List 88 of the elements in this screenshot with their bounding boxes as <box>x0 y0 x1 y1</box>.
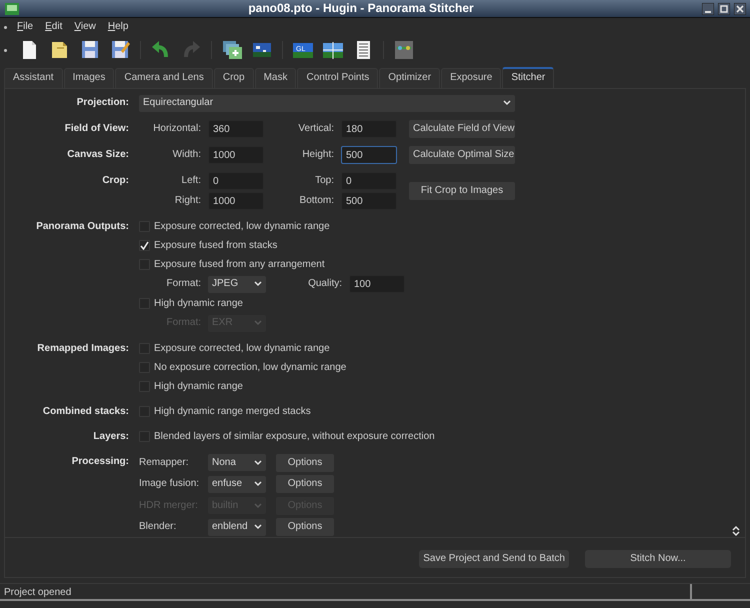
section-label: Layers: <box>92 430 129 444</box>
checkbox-label: High dynamic range <box>154 380 243 392</box>
checkbox[interactable] <box>139 240 150 251</box>
send-to-batch-button[interactable]: Save Project and Send to Batch <box>419 550 569 568</box>
section-label: Remapped Images: <box>36 342 129 356</box>
image-stack-icon[interactable] <box>221 39 243 61</box>
app-icon <box>4 2 20 16</box>
tab[interactable]: Camera and Lens <box>115 68 213 88</box>
section-label: Projection: <box>76 96 129 110</box>
tab[interactable]: Mask <box>254 68 296 88</box>
field-label: Vertical: <box>297 123 334 135</box>
text-field[interactable]: 0 <box>208 172 264 190</box>
caret-icon <box>254 481 262 488</box>
text-field[interactable]: 500 <box>341 146 397 164</box>
caret-icon <box>254 320 262 326</box>
status-text: Project opened <box>3 586 72 599</box>
field-label: Image fusion: <box>139 478 200 490</box>
window-title: pano08.pto - Hugin - Panorama Stitcher <box>247 1 475 16</box>
options-button[interactable]: Options <box>276 518 334 536</box>
floppy-pencil-icon[interactable] <box>109 39 131 61</box>
caret-icon <box>254 281 262 287</box>
options-button[interactable]: Options <box>276 454 334 472</box>
caret-icon <box>254 524 262 530</box>
tab[interactable]: Control Points <box>297 68 378 88</box>
close-icon[interactable] <box>734 2 746 14</box>
dropdown[interactable]: JPEG <box>208 276 266 292</box>
grip-icon <box>4 26 7 28</box>
minimize-icon[interactable] <box>702 2 714 14</box>
tab[interactable]: Assistant <box>4 68 63 88</box>
text-field[interactable]: 1000 <box>208 192 264 210</box>
menu-item[interactable]: Edit <box>39 21 68 33</box>
text-field[interactable]: 180 <box>341 120 397 138</box>
checkbox-label: High dynamic range merged stacks <box>154 406 311 418</box>
text-field[interactable]: 0 <box>341 172 397 190</box>
section-label: Field of View: <box>64 122 129 136</box>
caret-icon <box>254 502 262 509</box>
caret-icon <box>254 460 262 466</box>
scroll-down-icon[interactable] <box>732 531 740 537</box>
checkbox-label: No exposure correction, low dynamic range <box>154 362 346 374</box>
field-label: Blender: <box>139 521 178 534</box>
text-field[interactable]: 1000 <box>208 146 264 164</box>
control-points-icon[interactable] <box>393 39 415 61</box>
scroll-up-icon[interactable] <box>732 525 740 531</box>
field-label: Format: <box>166 278 201 290</box>
calculate-button[interactable]: Calculate Field of View <box>409 120 515 138</box>
stitch-button[interactable]: Stitch Now... <box>585 550 731 568</box>
section-label: Processing: <box>70 455 129 469</box>
dropdown[interactable]: enfuse <box>208 476 266 493</box>
calculate-button[interactable]: Fit Crop to Images <box>409 182 515 200</box>
section-label: Combined stacks: <box>42 405 129 419</box>
text-field[interactable]: 500 <box>341 192 397 210</box>
maximize-icon[interactable] <box>718 2 730 14</box>
caret-icon <box>503 100 511 106</box>
checkbox-label: Blended layers of similar exposure, without exposure correction <box>154 430 435 442</box>
field-label: Bottom: <box>298 195 334 207</box>
tab[interactable]: Images <box>64 68 114 88</box>
dropdown[interactable]: enblend <box>208 518 266 536</box>
menu-item[interactable]: View <box>68 21 102 33</box>
menu-item[interactable]: Help <box>102 21 134 33</box>
checkbox-label: High dynamic range <box>154 298 243 310</box>
checkbox-label: Exposure corrected, low dynamic range <box>154 220 330 232</box>
dropdown[interactable]: Nona <box>208 454 266 472</box>
checkbox-label: Exposure fused from stacks <box>154 240 278 252</box>
field-label: Right: <box>174 195 201 207</box>
field-label: Height: <box>301 149 334 161</box>
section-label: Canvas Size: <box>66 148 129 162</box>
grip-icon <box>4 48 7 52</box>
tab[interactable]: Exposure <box>441 68 502 88</box>
menu-item[interactable]: File <box>11 21 40 33</box>
section-label: Panorama Outputs: <box>35 220 129 234</box>
panorama-icon[interactable] <box>322 39 344 61</box>
tab[interactable]: Crop <box>214 68 254 88</box>
field-label: Horizontal: <box>152 123 201 135</box>
field-label: Top: <box>314 175 334 187</box>
tab[interactable]: Optimizer <box>379 68 440 88</box>
text-field[interactable]: 100 <box>349 275 405 293</box>
field-label: Remapper: <box>139 456 190 469</box>
checkbox-label: Exposure corrected, low dynamic range <box>154 342 330 354</box>
section-label: Crop: <box>101 174 129 188</box>
field-label: Quality: <box>307 278 342 290</box>
options-button[interactable]: Options <box>276 475 334 494</box>
tab[interactable]: Stitcher <box>502 67 554 88</box>
checkbox-label: Exposure fused from any arrangement <box>154 258 325 270</box>
text-field[interactable]: 360 <box>208 120 264 138</box>
calculate-button[interactable]: Calculate Optimal Size <box>409 146 515 164</box>
field-label: Left: <box>180 175 201 187</box>
field-label: Width: <box>172 149 201 161</box>
dropdown[interactable]: Equirectangular <box>139 94 515 112</box>
